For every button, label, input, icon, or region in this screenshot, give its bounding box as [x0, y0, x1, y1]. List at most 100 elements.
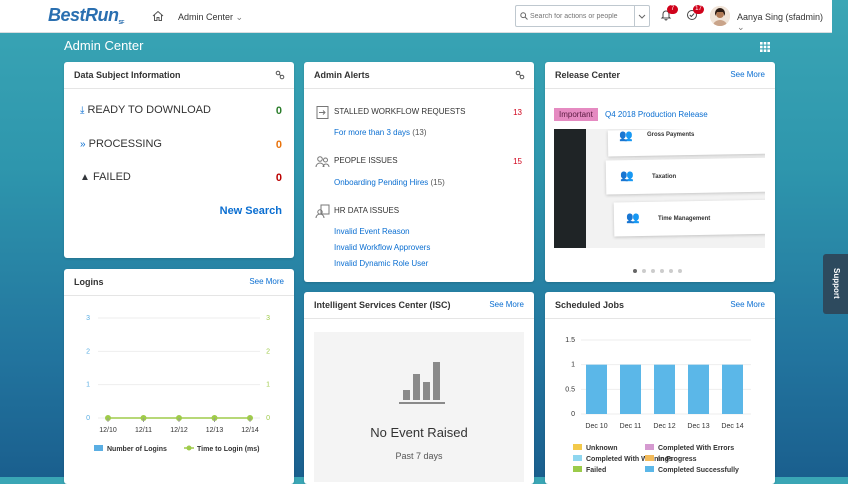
bar	[654, 364, 675, 414]
card-title: Admin Alerts	[314, 70, 370, 80]
slide-label: Taxation	[652, 174, 677, 180]
x-tick-label: Dec 14	[721, 423, 743, 430]
people-icon	[315, 156, 330, 168]
card-header: Logins See More	[64, 269, 294, 296]
double-chevron-icon: »	[80, 139, 86, 150]
search-dropdown-button[interactable]	[634, 6, 649, 26]
card-title: Scheduled Jobs	[555, 300, 625, 310]
alert-link[interactable]: Invalid Dynamic Role User	[334, 259, 428, 268]
legend-label: Completed Successfully	[658, 467, 739, 474]
support-tab[interactable]: Support	[823, 254, 848, 314]
alert-group-title: STALLED WORKFLOW REQUESTS	[334, 107, 466, 116]
people-icon: 👥	[620, 170, 634, 182]
workflow-icon	[316, 106, 329, 119]
download-icon: ⤓	[80, 105, 85, 116]
legend-label: Completed With Errors	[658, 445, 734, 452]
x-tick-label: 12/11	[135, 427, 152, 434]
slide-label: Time Management	[658, 216, 711, 222]
logins-chart: 0 0 1 1 2 2 3 3 12/10 12/11 12/12 12/13 12/14 Number …	[86, 315, 270, 453]
see-more-link[interactable]: See More	[730, 70, 765, 79]
x-tick-label: Dec 12	[653, 423, 675, 430]
y2-tick-label: 1	[266, 382, 270, 389]
global-search[interactable]	[515, 5, 650, 27]
x-tick-label: Dec 10	[585, 423, 607, 430]
card-title: Data Subject Information	[74, 70, 181, 80]
release-center-card: Release Center See More Important Q4 201…	[545, 62, 775, 282]
card-header: Admin Alerts	[304, 62, 534, 89]
module-picker[interactable]: Admin Center ⌄	[178, 12, 243, 23]
settings-icon[interactable]	[275, 70, 285, 80]
x-tick-label: 12/13	[206, 427, 224, 434]
important-tag: Important	[554, 108, 598, 121]
alert-group-title: HR DATA ISSUES	[334, 206, 400, 215]
alert-group-title: PEOPLE ISSUES	[334, 156, 398, 165]
todo-button[interactable]: 17	[686, 5, 704, 23]
warning-icon: ▲	[80, 172, 90, 183]
todo-badge: 17	[693, 5, 704, 14]
bar	[722, 364, 743, 414]
y2-tick-label: 3	[266, 315, 270, 322]
chevron-down-icon: ⌄	[235, 12, 244, 22]
card-header: Release Center See More	[545, 62, 775, 89]
scheduled-jobs-chart: 0 0.5 1 1.5 Dec 10 Dec 11 Dec 12 Dec 13 Dec 14 Un…	[565, 337, 751, 474]
alert-group-count: 15	[513, 157, 522, 166]
x-tick-label: Dec 11	[620, 423, 642, 430]
alert-link[interactable]: Invalid Event Reason	[334, 227, 410, 236]
search-input[interactable]	[530, 9, 635, 23]
ready-to-download-row[interactable]: ⤓ READY TO DOWNLOAD	[80, 104, 211, 116]
new-search-link[interactable]: New Search	[220, 205, 282, 217]
card-title: Release Center	[555, 70, 621, 80]
settings-icon[interactable]	[515, 70, 525, 80]
release-carousel-image[interactable]: 👥 Gross Payments 👥 Taxation 👥 Time Manag…	[554, 129, 765, 248]
y-tick-label: 1	[86, 382, 90, 389]
see-more-link[interactable]: See More	[489, 300, 524, 309]
card-title: Logins	[74, 277, 104, 287]
legend-label: Number of Logins	[107, 446, 167, 453]
y-tick-label: 2	[86, 348, 90, 355]
y-tick-label: 3	[86, 315, 90, 322]
alert-group-count: 13	[513, 108, 522, 117]
legend-label: Time to Login (ms)	[197, 446, 259, 453]
slide-label: Gross Payments	[647, 132, 695, 138]
alert-link[interactable]: Onboarding Pending Hires (15)	[334, 178, 445, 187]
shell-bar: BestRunSF Admin Center ⌄ 7 17 Aanya Sing…	[0, 0, 832, 33]
user-menu[interactable]: Aanya Sing (sfadmin) ⌄	[737, 12, 832, 33]
isc-card: Intelligent Services Center (ISC) See Mo…	[304, 292, 534, 484]
data-subject-card: Data Subject Information ⤓ READY TO DOWN…	[64, 62, 294, 258]
card-header: Scheduled Jobs See More	[545, 292, 775, 319]
user-avatar[interactable]	[710, 6, 730, 26]
notifications-button[interactable]: 7	[660, 5, 678, 23]
carousel-pager[interactable]	[633, 265, 682, 275]
ready-count: 0	[275, 105, 282, 117]
page-title: Admin Center	[64, 38, 144, 53]
alert-link[interactable]: For more than 3 days (13)	[334, 128, 427, 137]
legend-label: Failed	[586, 467, 606, 474]
legend-swatch	[573, 444, 582, 450]
x-tick-label: Dec 13	[687, 423, 709, 430]
chevron-down-icon	[638, 14, 646, 19]
y2-tick-label: 2	[266, 348, 270, 355]
admin-alerts-card: Admin Alerts STALLED WORKFLOW REQUESTS 1…	[304, 62, 534, 282]
legend-swatch	[645, 444, 654, 450]
failed-row[interactable]: ▲ FAILED	[80, 171, 131, 183]
release-headline-link[interactable]: Q4 2018 Production Release	[605, 110, 708, 119]
grid-icon[interactable]	[760, 42, 770, 52]
legend-swatch	[94, 445, 103, 451]
hr-data-icon	[315, 204, 330, 219]
alert-link[interactable]: Invalid Workflow Approvers	[334, 243, 430, 252]
people-icon: 👥	[626, 212, 640, 224]
bar	[586, 364, 607, 414]
bar	[688, 364, 709, 414]
empty-state-subtitle: Past 7 days	[395, 451, 443, 461]
scheduled-jobs-card: Scheduled Jobs See More 0 0.5 1 1.5 Dec 10 De…	[545, 292, 775, 484]
bar-chart-icon	[399, 362, 445, 404]
notifications-badge: 7	[667, 5, 678, 14]
logins-card: Logins See More 0 0 1 1 2 2 3 3 12/10 12/11 12/12 1…	[64, 269, 294, 484]
see-more-link[interactable]: See More	[730, 300, 765, 309]
see-more-link[interactable]: See More	[249, 277, 284, 286]
company-logo[interactable]: BestRunSF	[48, 5, 124, 26]
card-title: Intelligent Services Center (ISC)	[314, 300, 451, 310]
processing-row[interactable]: » PROCESSING	[80, 138, 162, 150]
people-icon: 👥	[619, 130, 633, 142]
home-icon[interactable]	[152, 10, 164, 22]
